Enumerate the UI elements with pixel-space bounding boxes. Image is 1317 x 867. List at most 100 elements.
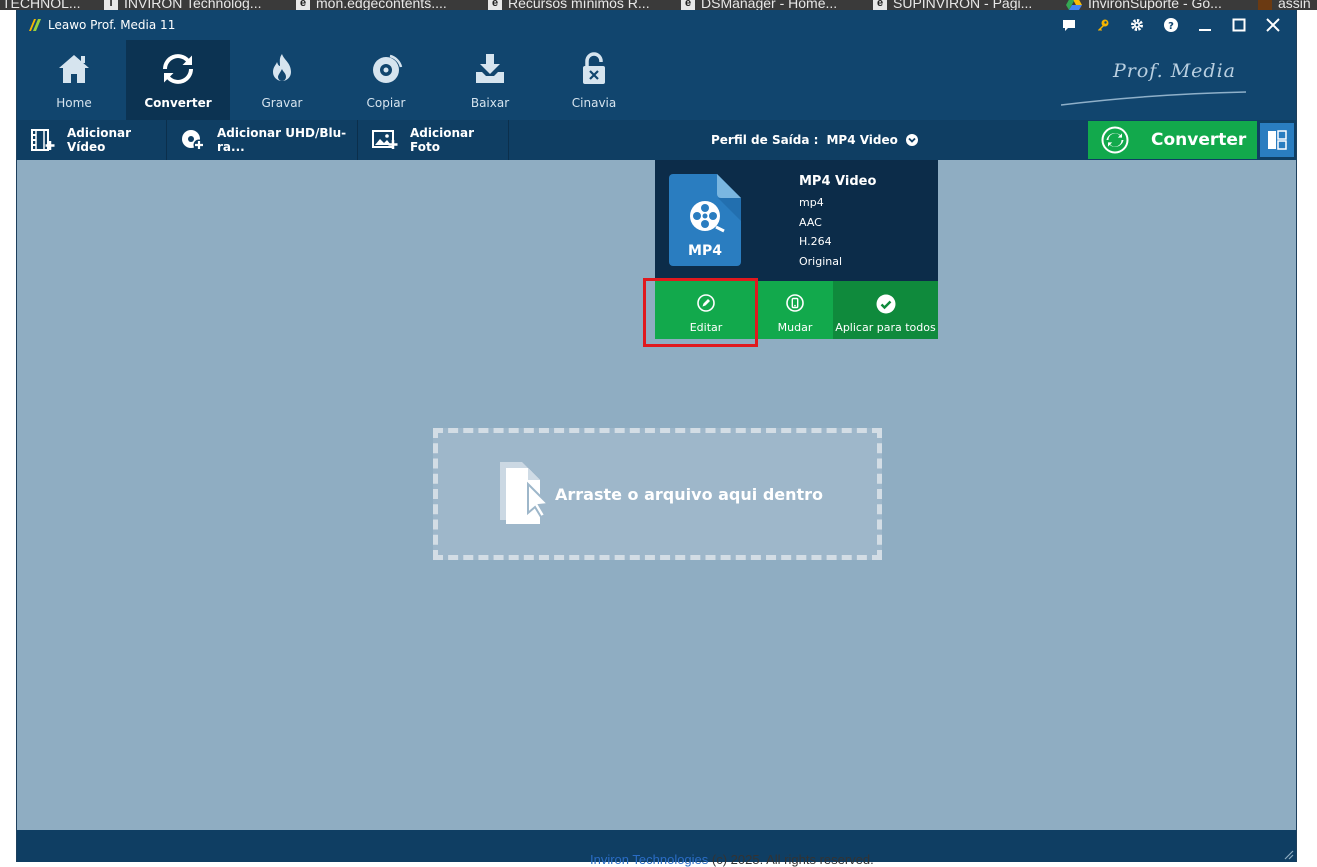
brand-logo: Prof. Media — [1112, 60, 1236, 82]
profile-name: MP4 Video — [799, 174, 877, 189]
nav-copiar[interactable]: Copiar — [334, 40, 438, 120]
bookmark-item[interactable]: I INVIRON Technolog... — [104, 0, 261, 10]
add-photo-icon — [372, 130, 398, 149]
nav-label: Baixar — [470, 96, 510, 110]
nav-label: Converter — [144, 96, 212, 110]
bookmark-label: SUPINVIRON - Pági... — [893, 0, 1033, 10]
apply-to-all-button[interactable]: Aplicar para todos — [833, 281, 938, 339]
help-button[interactable]: ? — [1154, 10, 1188, 40]
bookmark-item[interactable]: e mon.edgecontents.... — [296, 0, 447, 10]
maximize-icon — [1232, 18, 1246, 32]
toggle-sidebar-button[interactable] — [1260, 123, 1294, 157]
nav-label: Cinavia — [571, 96, 617, 110]
inviron-icon: I — [104, 0, 118, 10]
edge-icon: e — [873, 0, 887, 10]
download-icon — [476, 54, 504, 83]
edge-icon: e — [296, 0, 310, 10]
close-icon — [1266, 18, 1280, 32]
bookmark-label: assin — [1278, 0, 1311, 10]
convert-icon — [163, 54, 193, 84]
chat-icon — [1063, 19, 1075, 31]
resize-grip-icon[interactable] — [1282, 848, 1294, 860]
bookmark-item[interactable]: InvironSuporte - Go... — [1066, 0, 1222, 10]
nav-label: Copiar — [366, 96, 406, 110]
add-photo-button[interactable]: Adicionar Foto — [358, 120, 509, 160]
bookmark-item[interactable]: e DSManager - Home... — [681, 0, 837, 10]
settings-button[interactable] — [1120, 10, 1154, 40]
bookmark-label: InvironSuporte - Go... — [1088, 0, 1222, 10]
bookmark-item[interactable]: TECHNOL... — [2, 0, 81, 10]
add-video-icon — [31, 129, 55, 151]
app-window: Leawo Prof. Media 11 ? Home Converter Gr… — [16, 10, 1297, 862]
change-label: Mudar — [777, 321, 813, 334]
nav-gravar[interactable]: Gravar — [230, 40, 334, 120]
home-icon — [59, 55, 89, 83]
bookmark-item[interactable]: assin — [1258, 0, 1311, 10]
nav-label: Gravar — [261, 96, 303, 110]
bookmark-label: TECHNOL... — [2, 0, 81, 10]
nav-label: Home — [56, 96, 92, 110]
toolbar: Adicionar Vídeo Adicionar UHD/Blu-ra... … — [17, 120, 1296, 160]
unlock-icon — [583, 52, 605, 84]
minimize-icon — [1199, 29, 1211, 31]
convert-label: Converter — [1151, 130, 1247, 150]
bookmark-favicon — [1258, 0, 1272, 10]
browser-bookmarks-bar: TECHNOL... I INVIRON Technolog... e mon.ed… — [0, 0, 1317, 10]
output-profile-value: MP4 Video — [826, 133, 898, 147]
annotation-highlight-box — [643, 278, 758, 347]
check-circle-icon — [876, 294, 896, 314]
change-profile-button[interactable]: Mudar — [757, 281, 833, 339]
bookmark-label: INVIRON Technolog... — [124, 0, 262, 10]
nav-converter[interactable]: Converter — [126, 40, 230, 120]
bookmark-item[interactable]: e Recursos mínimos R... — [488, 0, 650, 10]
window-controls: ? — [1052, 10, 1290, 40]
minimize-button[interactable] — [1188, 10, 1222, 40]
add-video-button[interactable]: Adicionar Vídeo — [17, 120, 167, 160]
profile-resolution: Original — [799, 254, 843, 268]
title-bar: Leawo Prof. Media 11 ? — [17, 10, 1296, 40]
mp4-icon-text: MP4 — [688, 243, 722, 259]
add-disc-icon — [182, 130, 205, 151]
edge-icon: e — [488, 0, 502, 10]
key-icon — [1098, 19, 1109, 31]
nav-baixar[interactable]: Baixar — [438, 40, 542, 120]
add-video-label: Adicionar Vídeo — [67, 126, 132, 154]
add-uhd-bluray-label: Adicionar UHD/Blu-ra... — [217, 126, 347, 154]
bookmark-label: DSManager - Home... — [701, 0, 838, 10]
output-profile-label: Perfil de Saída : — [711, 133, 819, 147]
sidebar-icon — [1268, 130, 1287, 150]
profile-info: MP4 Video mp4 AAC H.264 Original — [799, 174, 876, 271]
chevron-down-icon — [905, 134, 918, 146]
app-logo-icon — [29, 19, 41, 31]
convert-button[interactable]: Converter — [1088, 121, 1257, 159]
add-photo-label: Adicionar Foto — [410, 126, 475, 154]
bookmark-item[interactable]: e SUPINVIRON - Pági... — [873, 0, 1032, 10]
device-icon — [786, 294, 804, 312]
convert-icon — [1101, 126, 1129, 154]
apply-to-all-label: Aplicar para todos — [835, 321, 936, 334]
output-profile-selector[interactable]: Perfil de Saída : MP4 Video — [711, 120, 918, 160]
drop-zone-text: Arraste o arquivo aqui dentro — [555, 485, 824, 504]
close-button[interactable] — [1256, 10, 1290, 40]
register-button[interactable] — [1086, 10, 1120, 40]
bookmark-label: mon.edgecontents.... — [316, 0, 447, 10]
gear-icon — [1131, 19, 1143, 31]
help-icon: ? — [1164, 18, 1178, 32]
nav-home[interactable]: Home — [22, 40, 126, 120]
svg-text:?: ? — [1168, 21, 1174, 32]
drag-file-icon — [500, 462, 551, 524]
profile-audio-codec: AAC — [799, 215, 822, 229]
nav-cinavia[interactable]: Cinavia — [542, 40, 646, 120]
main-nav: Home Converter Gravar Copiar Baixar Cina… — [17, 40, 1296, 120]
maximize-button[interactable] — [1222, 10, 1256, 40]
brand-swoosh — [1061, 91, 1246, 106]
bookmark-label: Recursos mínimos R... — [508, 0, 650, 10]
feedback-button[interactable] — [1052, 10, 1086, 40]
disc-copy-icon — [373, 54, 403, 83]
add-uhd-bluray-button[interactable]: Adicionar UHD/Blu-ra... — [167, 120, 358, 160]
burn-icon — [273, 54, 291, 81]
window-title: Leawo Prof. Media 11 — [48, 18, 176, 32]
file-drop-zone[interactable]: Arraste o arquivo aqui dentro — [433, 428, 882, 560]
profile-video-codec: H.264 — [799, 235, 832, 248]
profile-container: mp4 — [799, 196, 824, 209]
